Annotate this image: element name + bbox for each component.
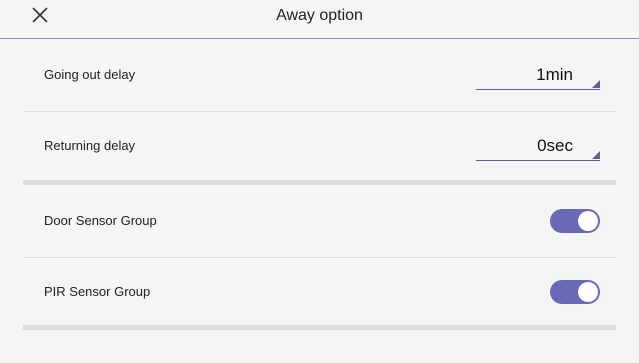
pir-sensor-group-row: PIR Sensor Group: [23, 256, 616, 328]
dropdown-caret-icon: [592, 80, 600, 88]
pir-sensor-group-toggle[interactable]: [550, 280, 600, 304]
section-divider: [23, 325, 616, 330]
going-out-delay-value: 1min: [536, 65, 573, 84]
header-bar: Away option: [0, 0, 639, 39]
page-title: Away option: [276, 7, 363, 24]
returning-delay-value: 0sec: [537, 136, 573, 155]
door-sensor-group-label: Door Sensor Group: [44, 213, 157, 228]
dropdown-caret-icon: [592, 151, 600, 159]
going-out-delay-select[interactable]: 1min: [476, 65, 600, 90]
going-out-delay-label: Going out delay: [44, 67, 136, 82]
returning-delay-row: Returning delay 0sec: [23, 110, 616, 182]
returning-delay-select[interactable]: 0sec: [476, 136, 600, 161]
toggle-knob: [578, 282, 598, 302]
going-out-delay-row: Going out delay 1min: [23, 39, 616, 112]
door-sensor-group-row: Door Sensor Group: [23, 185, 616, 258]
pir-sensor-group-label: PIR Sensor Group: [44, 284, 151, 299]
door-sensor-group-toggle[interactable]: [550, 209, 600, 233]
returning-delay-label: Returning delay: [44, 138, 136, 153]
toggle-knob: [578, 211, 598, 231]
